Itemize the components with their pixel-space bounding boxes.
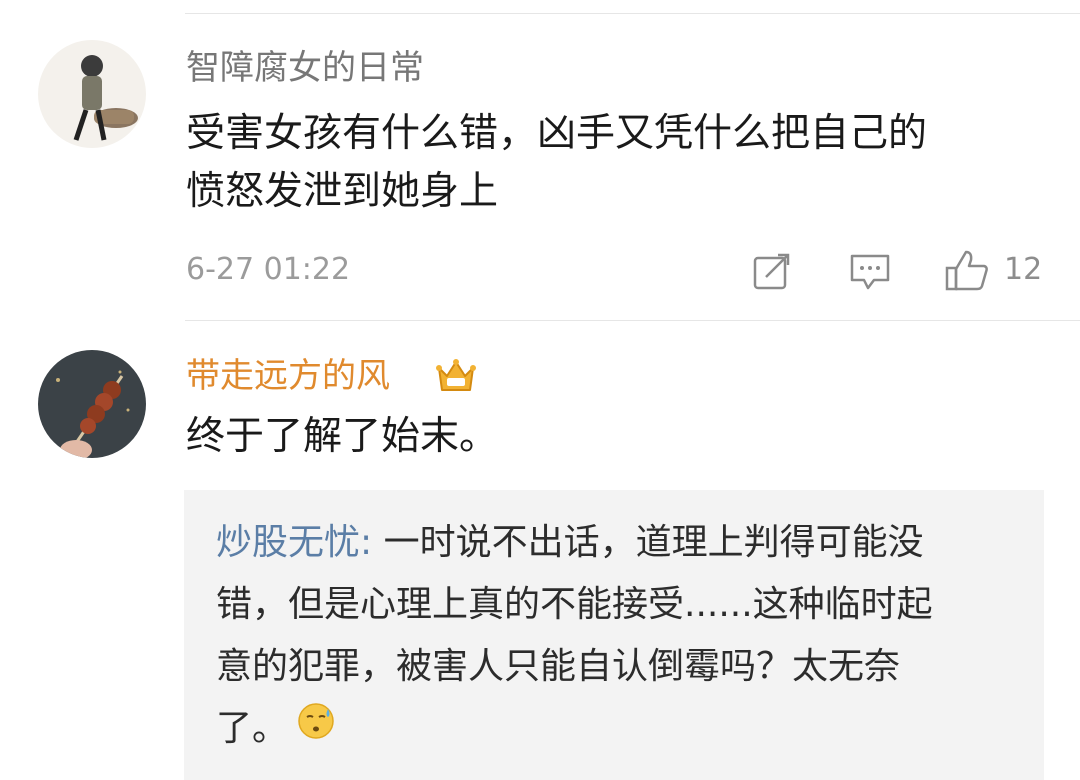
reply-text: 炒股无忧: 一时说不出话，道理上判得可能没 错，但是心理上真的不能接受.....… bbox=[216, 512, 1016, 761]
comment-text-line: 愤怒发泄到她身上 bbox=[186, 169, 499, 214]
timestamp: 6-27 01:22 bbox=[186, 252, 351, 287]
username[interactable]: 带走远方的风 bbox=[186, 354, 390, 398]
avatar[interactable] bbox=[38, 350, 146, 458]
top-divider bbox=[185, 13, 1080, 14]
avatar[interactable] bbox=[38, 40, 146, 148]
username[interactable]: 智障腐女的日常 bbox=[186, 46, 424, 90]
comment-icon[interactable] bbox=[848, 252, 892, 296]
like-count: 12 bbox=[1004, 252, 1043, 287]
reply-username[interactable]: 炒股无忧: bbox=[216, 522, 372, 563]
share-icon[interactable] bbox=[752, 251, 792, 295]
sweat-face-emoji-icon bbox=[296, 699, 336, 761]
reply-line: 意的犯罪，被害人只能自认倒霉吗？太无奈 bbox=[216, 646, 901, 687]
crown-badge-icon bbox=[435, 356, 477, 400]
comment-text: 终于了解了始末。 bbox=[186, 414, 499, 459]
thumbs-up-icon[interactable] bbox=[944, 248, 990, 296]
comment-divider bbox=[185, 320, 1080, 321]
reply-line: 错，但是心理上真的不能接受......这种临时起 bbox=[216, 584, 933, 625]
reply-line: 了。 bbox=[216, 708, 289, 749]
reply-line: 一时说不出话，道理上判得可能没 bbox=[372, 522, 924, 563]
comment-text: 受害女孩有什么错，凶手又凭什么把自己的 愤怒发泄到她身上 bbox=[186, 105, 1046, 221]
reply-box[interactable]: 炒股无忧: 一时说不出话，道理上判得可能没 错，但是心理上真的不能接受.....… bbox=[184, 490, 1044, 780]
comment-text-line: 受害女孩有什么错，凶手又凭什么把自己的 bbox=[186, 111, 928, 156]
